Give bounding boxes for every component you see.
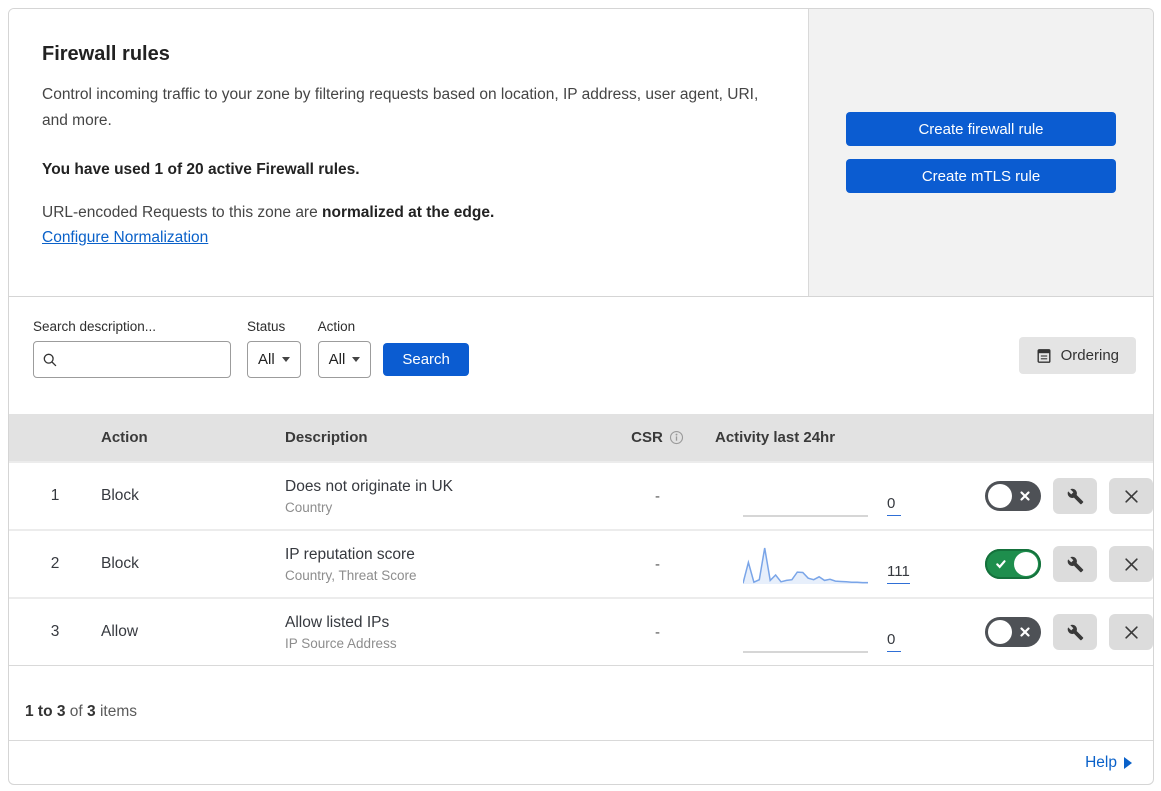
rule-csr-value: - <box>655 487 660 505</box>
normalization-bold: normalized at the edge. <box>322 204 495 222</box>
rule-priority: 2 <box>50 555 60 572</box>
wrench-icon <box>1067 556 1083 572</box>
usage-note: You have used 1 of 20 active Firewall ru… <box>42 161 360 179</box>
chevron-down-icon <box>352 357 361 362</box>
search-description-input[interactable] <box>64 350 222 369</box>
activity-count-link[interactable]: 0 <box>887 495 901 516</box>
action-column-header: Action <box>101 429 148 446</box>
description-column-header: Description <box>285 429 368 446</box>
action-filter-select[interactable]: All <box>317 341 372 378</box>
intro-panel: Firewall rules Control incoming traffic … <box>9 9 808 296</box>
activity-sparkline <box>743 515 868 517</box>
rule-priority: 3 <box>50 623 60 640</box>
configure-normalization-link[interactable]: Configure Normalization <box>42 229 208 247</box>
rule-action: Block <box>101 487 139 504</box>
search-button[interactable]: Search <box>383 343 469 376</box>
rule-csr-value: - <box>655 623 660 641</box>
normalization-note: URL-encoded Requests to this zone are no… <box>42 204 768 222</box>
toggle-knob <box>988 484 1012 508</box>
activity-column-header: Activity last 24hr <box>715 429 836 446</box>
items-of: of <box>69 703 83 720</box>
close-icon <box>1124 489 1138 503</box>
activity-sparkline <box>743 651 868 653</box>
search-box <box>33 341 231 378</box>
rule-enabled-toggle[interactable] <box>985 549 1041 579</box>
delete-rule-button[interactable] <box>1109 478 1153 514</box>
table-header: Action Description CSR Activity last 24h… <box>9 414 1153 461</box>
table-row: 3 Allow Allow listed IPs IP Source Addre… <box>9 597 1153 665</box>
activity-count-link[interactable]: 0 <box>887 631 901 652</box>
items-summary: 1 to 3 of 3 items <box>9 665 1153 740</box>
top-section: Firewall rules Control incoming traffic … <box>9 9 1153 297</box>
wrench-icon <box>1067 624 1083 640</box>
items-word: items <box>99 703 138 720</box>
table-row: 2 Block IP reputation score Country, Thr… <box>9 529 1153 597</box>
edit-rule-button[interactable] <box>1053 614 1097 650</box>
help-link[interactable]: Help <box>1085 754 1132 772</box>
delete-rule-button[interactable] <box>1109 614 1153 650</box>
items-total: 3 <box>87 703 96 720</box>
status-filter-select[interactable]: All <box>247 341 301 378</box>
rule-description: IP reputation score <box>285 545 415 563</box>
action-filter-label: Action <box>317 319 356 334</box>
create-firewall-rule-button[interactable]: Create firewall rule <box>846 112 1116 146</box>
filter-bar: Search description... Status All Action <box>9 297 1153 414</box>
items-range: 1 to 3 <box>25 703 66 720</box>
rule-csr-value: - <box>655 555 660 573</box>
status-filter-label: Status <box>247 319 286 334</box>
x-icon <box>1020 627 1030 637</box>
create-mtls-rule-button[interactable]: Create mTLS rule <box>846 159 1116 193</box>
rule-action: Block <box>101 555 139 572</box>
toggle-knob <box>988 620 1012 644</box>
wrench-icon <box>1067 488 1083 504</box>
csr-column-header: CSR <box>631 429 663 446</box>
help-label: Help <box>1085 753 1117 771</box>
ordering-list-icon <box>1037 348 1051 363</box>
firewall-rules-card: Firewall rules Control incoming traffic … <box>8 8 1154 785</box>
rule-match-fields: IP Source Address <box>285 635 397 651</box>
rule-match-fields: Country <box>285 499 333 515</box>
chevron-down-icon <box>281 357 290 362</box>
normalization-prefix: URL-encoded Requests to this zone are <box>42 204 323 222</box>
rule-enabled-toggle[interactable] <box>985 617 1041 647</box>
delete-rule-button[interactable] <box>1109 546 1153 582</box>
intro-description: Control incoming traffic to your zone by… <box>42 86 759 130</box>
close-icon <box>1124 625 1138 639</box>
activity-sparkline <box>743 547 868 584</box>
activity-count-link[interactable]: 111 <box>887 563 910 584</box>
search-icon <box>43 353 57 366</box>
help-bar: Help <box>9 740 1153 784</box>
table-row: 1 Block Does not originate in UK Country… <box>9 461 1153 529</box>
edit-rule-button[interactable] <box>1053 546 1097 582</box>
action-filter-value: All <box>328 351 346 368</box>
help-arrow-icon <box>1124 756 1132 769</box>
info-icon[interactable] <box>669 430 684 445</box>
rule-action: Allow <box>101 623 139 640</box>
rule-enabled-toggle[interactable] <box>985 481 1041 511</box>
rule-priority: 1 <box>50 487 60 504</box>
actions-panel: Create firewall rule Create mTLS rule <box>808 9 1153 296</box>
rule-description: Does not originate in UK <box>285 477 454 495</box>
rule-match-fields: Country, Threat Score <box>285 567 417 583</box>
search-label: Search description... <box>33 319 157 334</box>
page-title: Firewall rules <box>42 43 170 65</box>
x-icon <box>1020 491 1030 501</box>
close-icon <box>1124 557 1138 571</box>
status-filter-value: All <box>258 351 275 368</box>
ordering-button[interactable]: Ordering <box>1018 337 1136 374</box>
rule-description: Allow listed IPs <box>285 613 390 631</box>
check-icon <box>996 560 1006 569</box>
ordering-button-label: Ordering <box>1060 347 1119 364</box>
edit-rule-button[interactable] <box>1053 478 1097 514</box>
toggle-knob <box>1014 552 1038 576</box>
